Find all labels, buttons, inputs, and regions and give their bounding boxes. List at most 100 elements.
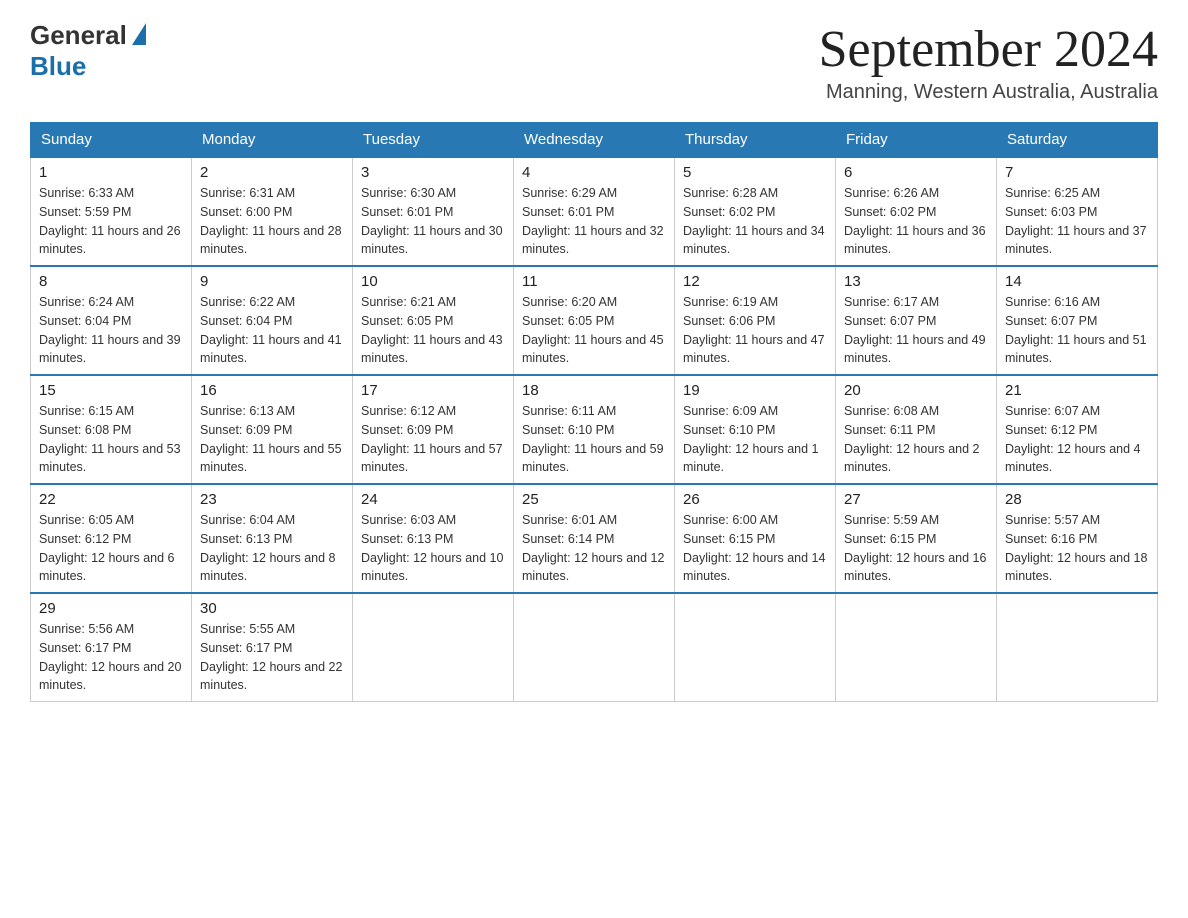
day-info: Sunrise: 6:05 AMSunset: 6:12 PMDaylight:… (39, 511, 183, 586)
calendar-cell (997, 593, 1158, 702)
week-row-4: 22 Sunrise: 6:05 AMSunset: 6:12 PMDayligh… (31, 484, 1158, 593)
weekday-header-wednesday: Wednesday (514, 123, 675, 158)
calendar-cell: 28Sunrise: 5:57 AMSunset: 6:16 PMDayligh… (997, 484, 1158, 593)
day-info: Sunrise: 6:12 AMSunset: 6:09 PMDaylight:… (361, 402, 505, 477)
day-number: 11 (522, 273, 666, 290)
day-info: Sunrise: 6:04 AMSunset: 6:13 PMDaylight:… (200, 511, 344, 586)
calendar-cell (514, 593, 675, 702)
day-info: Sunrise: 6:33 AMSunset: 5:59 PMDaylight:… (39, 184, 183, 259)
day-number: 1 (39, 164, 183, 181)
day-info: Sunrise: 6:17 AMSunset: 6:07 PMDaylight:… (844, 293, 988, 368)
day-info: Sunrise: 6:16 AMSunset: 6:07 PMDaylight:… (1005, 293, 1149, 368)
calendar-cell: 27 Sunrise: 5:59 AMSunset: 6:15 PMDayligh… (836, 484, 997, 593)
day-info: Sunrise: 6:03 AMSunset: 6:13 PMDaylight:… (361, 511, 505, 586)
day-info: Sunrise: 6:19 AMSunset: 6:06 PMDaylight:… (683, 293, 827, 368)
title-area: September 2024 Manning, Western Australi… (819, 20, 1158, 104)
calendar-cell: 13 Sunrise: 6:17 AMSunset: 6:07 PMDayligh… (836, 266, 997, 375)
calendar-cell: 17 Sunrise: 6:12 AMSunset: 6:09 PMDayligh… (353, 375, 514, 484)
week-row-2: 8 Sunrise: 6:24 AMSunset: 6:04 PMDaylight… (31, 266, 1158, 375)
calendar-cell: 1 Sunrise: 6:33 AMSunset: 5:59 PMDaylight… (31, 157, 192, 266)
logo-general-text: General (30, 20, 127, 51)
calendar-cell: 9 Sunrise: 6:22 AMSunset: 6:04 PMDaylight… (192, 266, 353, 375)
calendar-cell: 14 Sunrise: 6:16 AMSunset: 6:07 PMDayligh… (997, 266, 1158, 375)
logo: General Blue (30, 20, 146, 82)
day-info: Sunrise: 6:22 AMSunset: 6:04 PMDaylight:… (200, 293, 344, 368)
calendar-cell: 15 Sunrise: 6:15 AMSunset: 6:08 PMDayligh… (31, 375, 192, 484)
day-info: Sunrise: 5:57 AMSunset: 6:16 PMDaylight:… (1005, 511, 1149, 586)
calendar-cell: 8 Sunrise: 6:24 AMSunset: 6:04 PMDaylight… (31, 266, 192, 375)
day-info: Sunrise: 5:55 AMSunset: 6:17 PMDaylight:… (200, 620, 344, 695)
calendar-cell: 2 Sunrise: 6:31 AMSunset: 6:00 PMDaylight… (192, 157, 353, 266)
day-number: 15 (39, 382, 183, 399)
day-number: 22 (39, 491, 183, 508)
calendar-cell: 19 Sunrise: 6:09 AMSunset: 6:10 PMDayligh… (675, 375, 836, 484)
day-number: 9 (200, 273, 344, 290)
calendar-cell: 6Sunrise: 6:26 AMSunset: 6:02 PMDaylight… (836, 157, 997, 266)
weekday-header-sunday: Sunday (31, 123, 192, 158)
calendar-cell: 30 Sunrise: 5:55 AMSunset: 6:17 PMDayligh… (192, 593, 353, 702)
day-number: 4 (522, 164, 666, 181)
logo-triangle-icon (132, 23, 146, 45)
day-number: 7 (1005, 164, 1149, 181)
day-info: Sunrise: 6:09 AMSunset: 6:10 PMDaylight:… (683, 402, 827, 477)
week-row-3: 15 Sunrise: 6:15 AMSunset: 6:08 PMDayligh… (31, 375, 1158, 484)
day-info: Sunrise: 6:20 AMSunset: 6:05 PMDaylight:… (522, 293, 666, 368)
day-number: 30 (200, 600, 344, 617)
calendar-cell: 5Sunrise: 6:28 AMSunset: 6:02 PMDaylight… (675, 157, 836, 266)
day-number: 18 (522, 382, 666, 399)
calendar-cell: 7 Sunrise: 6:25 AMSunset: 6:03 PMDaylight… (997, 157, 1158, 266)
calendar-cell: 23Sunrise: 6:04 AMSunset: 6:13 PMDayligh… (192, 484, 353, 593)
day-number: 27 (844, 491, 988, 508)
calendar-cell: 12 Sunrise: 6:19 AMSunset: 6:06 PMDayligh… (675, 266, 836, 375)
day-number: 14 (1005, 273, 1149, 290)
day-number: 19 (683, 382, 827, 399)
day-number: 24 (361, 491, 505, 508)
day-info: Sunrise: 6:21 AMSunset: 6:05 PMDaylight:… (361, 293, 505, 368)
calendar-cell: 24 Sunrise: 6:03 AMSunset: 6:13 PMDayligh… (353, 484, 514, 593)
day-info: Sunrise: 6:28 AMSunset: 6:02 PMDaylight:… (683, 184, 827, 259)
day-number: 12 (683, 273, 827, 290)
day-number: 3 (361, 164, 505, 181)
weekday-header-saturday: Saturday (997, 123, 1158, 158)
calendar-cell: 3 Sunrise: 6:30 AMSunset: 6:01 PMDaylight… (353, 157, 514, 266)
day-number: 16 (200, 382, 344, 399)
day-info: Sunrise: 6:01 AMSunset: 6:14 PMDaylight:… (522, 511, 666, 586)
day-number: 2 (200, 164, 344, 181)
day-number: 29 (39, 600, 183, 617)
week-row-1: 1 Sunrise: 6:33 AMSunset: 5:59 PMDaylight… (31, 157, 1158, 266)
calendar-cell: 25 Sunrise: 6:01 AMSunset: 6:14 PMDayligh… (514, 484, 675, 593)
calendar-cell (353, 593, 514, 702)
day-info: Sunrise: 6:31 AMSunset: 6:00 PMDaylight:… (200, 184, 344, 259)
day-info: Sunrise: 6:29 AMSunset: 6:01 PMDaylight:… (522, 184, 666, 259)
day-info: Sunrise: 6:15 AMSunset: 6:08 PMDaylight:… (39, 402, 183, 477)
day-number: 21 (1005, 382, 1149, 399)
location-subtitle: Manning, Western Australia, Australia (819, 81, 1158, 104)
day-info: Sunrise: 6:11 AMSunset: 6:10 PMDaylight:… (522, 402, 666, 477)
day-info: Sunrise: 6:30 AMSunset: 6:01 PMDaylight:… (361, 184, 505, 259)
weekday-header-thursday: Thursday (675, 123, 836, 158)
day-info: Sunrise: 6:07 AMSunset: 6:12 PMDaylight:… (1005, 402, 1149, 477)
day-info: Sunrise: 5:56 AMSunset: 6:17 PMDaylight:… (39, 620, 183, 695)
calendar-cell: 22 Sunrise: 6:05 AMSunset: 6:12 PMDayligh… (31, 484, 192, 593)
day-number: 8 (39, 273, 183, 290)
page-header: General Blue September 2024 Manning, Wes… (30, 20, 1158, 104)
day-number: 10 (361, 273, 505, 290)
calendar-cell: 16 Sunrise: 6:13 AMSunset: 6:09 PMDayligh… (192, 375, 353, 484)
day-number: 25 (522, 491, 666, 508)
day-number: 6 (844, 164, 988, 181)
day-number: 26 (683, 491, 827, 508)
day-info: Sunrise: 6:13 AMSunset: 6:09 PMDaylight:… (200, 402, 344, 477)
day-info: Sunrise: 6:24 AMSunset: 6:04 PMDaylight:… (39, 293, 183, 368)
weekday-header-friday: Friday (836, 123, 997, 158)
day-number: 17 (361, 382, 505, 399)
day-info: Sunrise: 6:08 AMSunset: 6:11 PMDaylight:… (844, 402, 988, 477)
day-info: Sunrise: 5:59 AMSunset: 6:15 PMDaylight:… (844, 511, 988, 586)
week-row-5: 29 Sunrise: 5:56 AMSunset: 6:17 PMDayligh… (31, 593, 1158, 702)
calendar-table: SundayMondayTuesdayWednesdayThursdayFrid… (30, 122, 1158, 702)
calendar-cell: 29 Sunrise: 5:56 AMSunset: 6:17 PMDayligh… (31, 593, 192, 702)
month-title: September 2024 (819, 20, 1158, 79)
weekday-header-row: SundayMondayTuesdayWednesdayThursdayFrid… (31, 123, 1158, 158)
calendar-cell: 18 Sunrise: 6:11 AMSunset: 6:10 PMDayligh… (514, 375, 675, 484)
day-info: Sunrise: 6:25 AMSunset: 6:03 PMDaylight:… (1005, 184, 1149, 259)
day-number: 13 (844, 273, 988, 290)
